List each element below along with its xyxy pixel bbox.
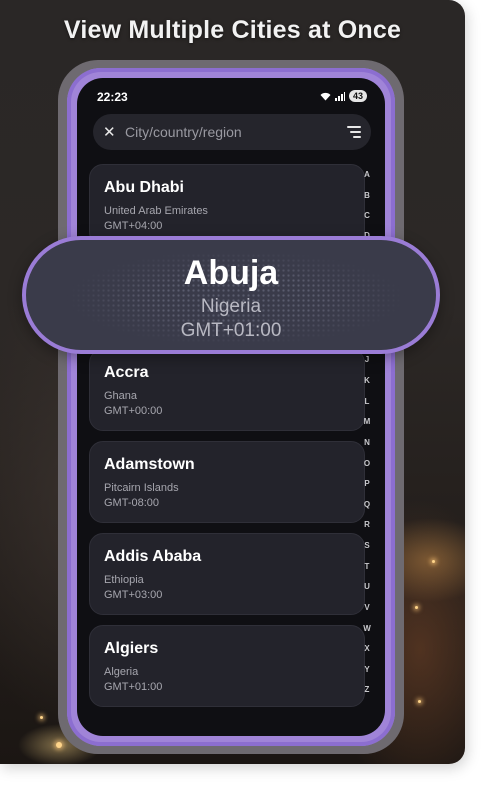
city-card[interactable]: Accra Ghana GMT+00:00: [89, 349, 365, 431]
city-gmt-offset: GMT+00:00: [104, 405, 163, 417]
index-letter[interactable]: M: [359, 417, 375, 426]
city-gmt-offset: GMT+04:00: [104, 220, 163, 232]
battery-indicator: 43: [348, 90, 367, 102]
index-letter[interactable]: W: [359, 624, 375, 633]
index-letter[interactable]: S: [359, 541, 375, 550]
close-icon[interactable]: ✕: [103, 123, 119, 141]
highlighted-city-banner[interactable]: Abuja Nigeria GMT+01:00: [22, 236, 440, 354]
city-country: Ethiopia: [104, 574, 144, 586]
search-bar[interactable]: ✕ City/country/region: [93, 114, 371, 150]
index-letter[interactable]: P: [359, 479, 375, 488]
index-letter[interactable]: U: [359, 582, 375, 591]
promo-card: View Multiple Cities at Once 22:23 43 ✕ …: [0, 0, 465, 764]
city-gmt-offset: GMT+03:00: [104, 589, 163, 601]
index-letter[interactable]: J: [359, 355, 375, 364]
index-letter[interactable]: O: [359, 459, 375, 468]
index-letter[interactable]: B: [359, 191, 375, 200]
index-letter[interactable]: T: [359, 562, 375, 571]
highlight-country: Nigeria: [200, 296, 262, 317]
city-country: Pitcairn Islands: [104, 482, 179, 494]
status-icons: 43: [320, 90, 367, 102]
search-input[interactable]: City/country/region: [125, 124, 339, 140]
index-letter[interactable]: Z: [359, 685, 375, 694]
city-card[interactable]: Abu Dhabi United Arab Emirates GMT+04:00: [89, 164, 365, 246]
city-name: Accra: [104, 364, 149, 381]
index-letter[interactable]: V: [359, 603, 375, 612]
index-letter[interactable]: X: [359, 644, 375, 653]
city-gmt-offset: GMT+01:00: [104, 681, 163, 693]
highlight-city-name: Abuja: [183, 254, 279, 292]
city-card[interactable]: Adamstown Pitcairn Islands GMT-08:00: [89, 441, 365, 523]
city-country: Algeria: [104, 666, 139, 678]
city-card[interactable]: Addis Ababa Ethiopia GMT+03:00: [89, 533, 365, 615]
sort-icon[interactable]: [339, 126, 361, 138]
city-country: Ghana: [104, 390, 138, 402]
city-name: Addis Ababa: [104, 548, 202, 565]
index-letter[interactable]: K: [359, 376, 375, 385]
index-letter[interactable]: Y: [359, 665, 375, 674]
index-letter[interactable]: R: [359, 520, 375, 529]
phone-screen: 22:23 43 ✕ City/country/region Abu Dhabi…: [77, 78, 385, 736]
city-name: Adamstown: [104, 456, 195, 473]
city-name: Algiers: [104, 640, 159, 657]
city-card[interactable]: Algiers Algeria GMT+01:00: [89, 625, 365, 707]
index-letter[interactable]: L: [359, 397, 375, 406]
status-time: 22:23: [97, 90, 128, 104]
promo-headline: View Multiple Cities at Once: [63, 16, 402, 44]
city-country: United Arab Emirates: [104, 205, 208, 217]
index-letter[interactable]: Q: [359, 500, 375, 509]
city-name: Abu Dhabi: [104, 179, 184, 196]
highlight-gmt-offset: GMT+01:00: [180, 320, 282, 341]
index-letter[interactable]: A: [359, 170, 375, 179]
index-letter[interactable]: N: [359, 438, 375, 447]
wifi-icon: [320, 92, 331, 100]
city-gmt-offset: GMT-08:00: [104, 497, 160, 509]
index-letter[interactable]: C: [359, 211, 375, 220]
signal-icon: [334, 91, 345, 101]
